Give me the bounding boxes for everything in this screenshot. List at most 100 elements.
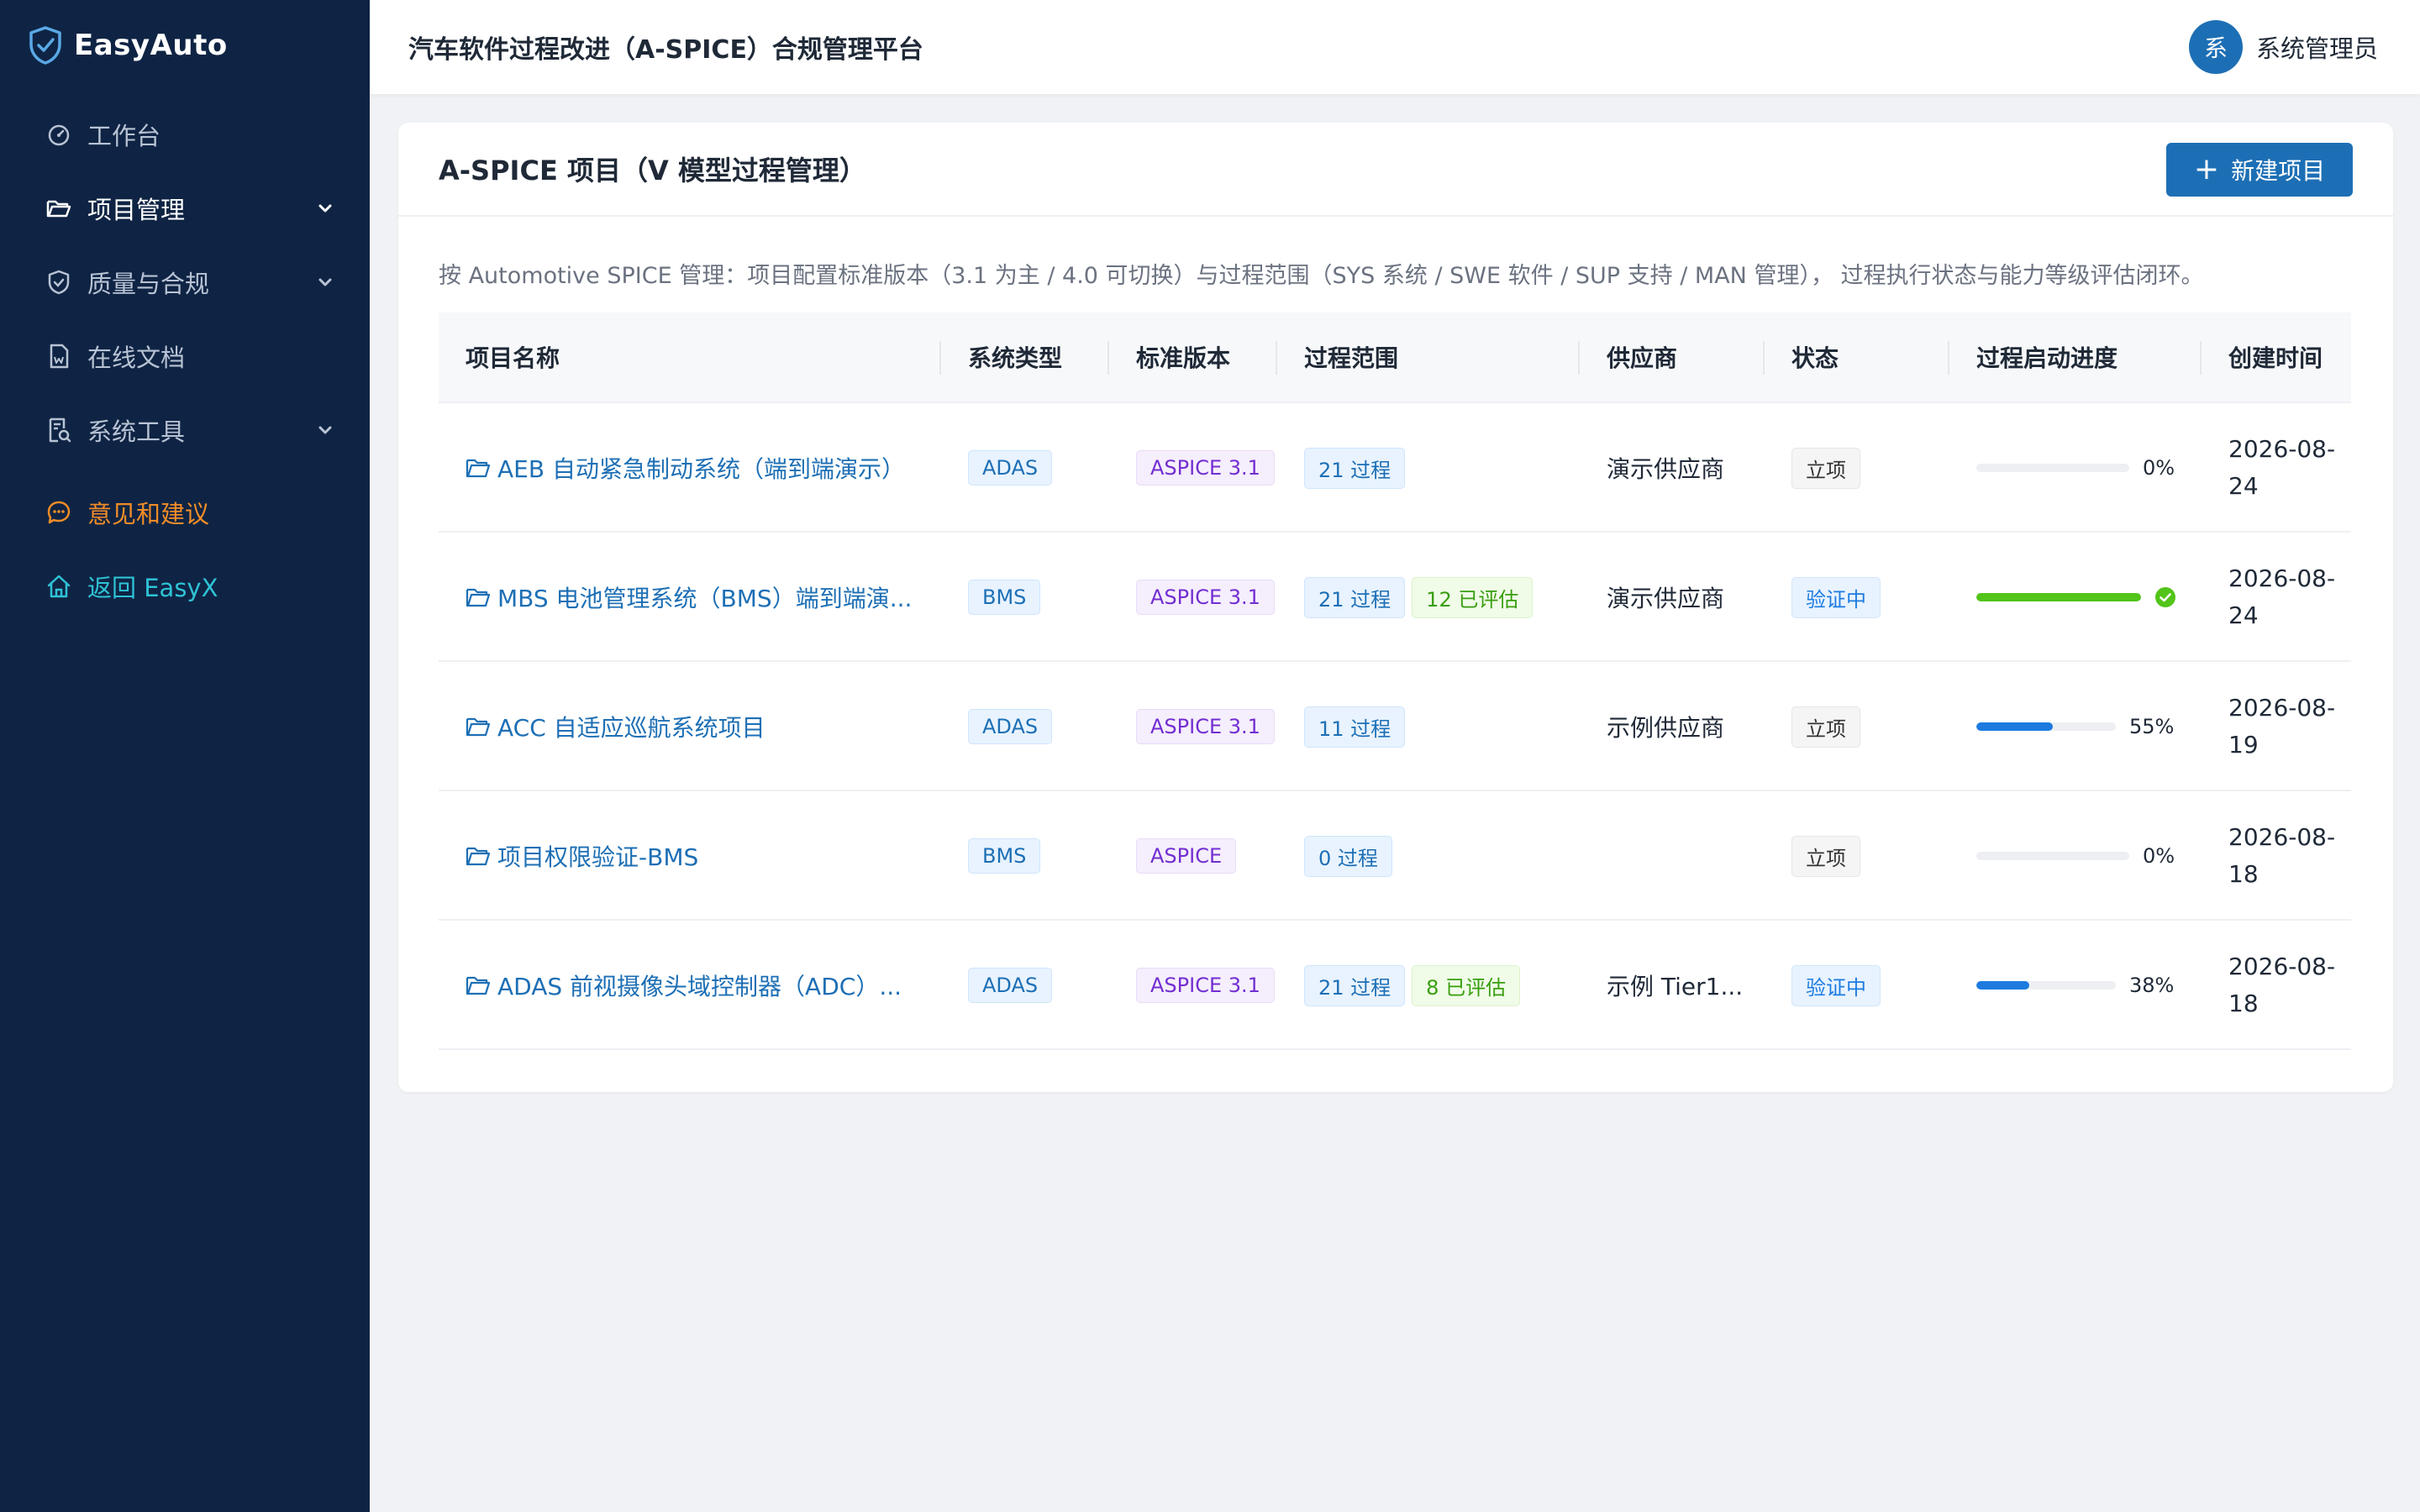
page-title: A-SPICE 项目（V 模型过程管理） xyxy=(439,155,866,186)
progress-fill xyxy=(1976,722,2054,731)
document-icon xyxy=(50,344,69,369)
sidebar: EasyAuto 工作台 项目管理 质量与合规 在线文档 系统工具 意见和建议 … xyxy=(0,0,370,1512)
column-header-type[interactable]: 系统类型 xyxy=(968,312,1062,402)
sidebar-item-back-easyx[interactable]: 返回 EasyX xyxy=(0,549,370,623)
sidebar-item-workbench[interactable]: 工作台 xyxy=(0,97,370,171)
sidebar-item-project-management[interactable]: 项目管理 xyxy=(0,171,370,245)
status-badge: 立项 xyxy=(1791,447,1860,489)
progress-track xyxy=(1976,981,2116,990)
project-table: 项目名称 系统类型 标准版本 过程范围 供应商 状态 过程启动进度 创建时间 A… xyxy=(439,312,2351,1050)
progress-percent: 0% xyxy=(2143,456,2175,480)
column-header-vendor[interactable]: 供应商 xyxy=(1607,312,1677,402)
table-row[interactable]: AEB 自动紧急制动系统（端到端演示） ADAS ASPICE 3.1 21 过… xyxy=(439,403,2351,533)
project-name-link[interactable]: AEB 自动紧急制动系统（端到端演示） xyxy=(466,451,905,485)
folder-icon xyxy=(466,847,491,866)
column-header-created[interactable]: 创建时间 xyxy=(2228,312,2323,402)
page-description: 按 Automotive SPICE 管理：项目配置标准版本（3.1 为主 / … xyxy=(439,263,2204,289)
new-project-label: 新建项目 xyxy=(2231,157,2326,185)
sidebar-item-feedback[interactable]: 意见和建议 xyxy=(0,475,370,549)
column-header-scope[interactable]: 过程范围 xyxy=(1304,312,1398,402)
created-date: 2026-08- 19 xyxy=(2228,694,2336,759)
column-header-progress[interactable]: 过程启动进度 xyxy=(1976,312,2118,402)
table-header: 项目名称 系统类型 标准版本 过程范围 供应商 状态 过程启动进度 创建时间 xyxy=(439,312,2351,403)
table-row[interactable]: MBS 电池管理系统（BMS）端到端演... BMS ASPICE 3.1 21… xyxy=(439,533,2351,662)
project-name-text: AEB 自动紧急制动系统（端到端演示） xyxy=(497,455,905,483)
check-circle-icon xyxy=(2155,587,2175,607)
system-type-tag: ADAS xyxy=(968,450,1053,486)
progress-track xyxy=(1976,593,2141,601)
column-header-standard[interactable]: 标准版本 xyxy=(1136,312,1230,402)
column-divider xyxy=(1578,341,1580,375)
project-list-card: A-SPICE 项目（V 模型过程管理） + 新建项目 按 Automotive… xyxy=(398,123,2393,1092)
table-row[interactable]: ADAS 前视摄像头域控制器（ADC）... ADAS ASPICE 3.1 2… xyxy=(439,921,2351,1050)
vendor-text: 示例供应商 xyxy=(1607,714,1725,742)
project-name-text: MBS 电池管理系统（BMS）端到端演... xyxy=(497,585,913,612)
progress-track xyxy=(1976,852,2129,860)
column-header-name[interactable]: 项目名称 xyxy=(466,312,560,402)
new-project-button[interactable]: + 新建项目 xyxy=(2166,143,2353,197)
table-row[interactable]: 项目权限验证-BMS BMS ASPICE 0 过程 立项 0% 2026-08… xyxy=(439,791,2351,921)
progress-percent: 38% xyxy=(2129,974,2175,997)
project-name-link[interactable]: MBS 电池管理系统（BMS）端到端演... xyxy=(466,580,912,614)
chevron-down-icon xyxy=(318,204,332,213)
column-divider xyxy=(1763,341,1765,375)
plus-icon: + xyxy=(2193,152,2220,186)
sidebar-item-label: 意见和建议 xyxy=(87,500,210,528)
column-divider xyxy=(2200,341,2202,375)
project-name-link[interactable]: 项目权限验证-BMS xyxy=(466,839,698,873)
standard-version-tag: ASPICE 3.1 xyxy=(1136,580,1275,615)
sidebar-item-label: 在线文档 xyxy=(87,344,186,372)
shield-logo-icon xyxy=(29,26,61,65)
project-name-link[interactable]: ACC 自适应巡航系统项目 xyxy=(466,710,765,743)
chevron-down-icon xyxy=(318,426,332,434)
user-name[interactable]: 系统管理员 xyxy=(2256,29,2378,65)
chat-icon xyxy=(47,501,71,524)
created-date: 2026-08- 24 xyxy=(2228,564,2336,629)
folder-icon xyxy=(466,459,491,478)
column-header-status[interactable]: 状态 xyxy=(1791,312,1839,402)
folder-open-icon xyxy=(46,200,71,218)
sidebar-item-online-docs[interactable]: 在线文档 xyxy=(0,319,370,393)
standard-version-tag: ASPICE xyxy=(1136,838,1237,874)
created-date: 2026-08- 24 xyxy=(2228,435,2336,500)
sidebar-item-system-tools[interactable]: 系统工具 xyxy=(0,393,370,467)
project-name-link[interactable]: ADAS 前视摄像头域控制器（ADC）... xyxy=(466,969,902,1002)
sidebar-item-label: 质量与合规 xyxy=(87,270,210,298)
created-date: 2026-08- 18 xyxy=(2228,953,2336,1017)
column-divider xyxy=(1948,341,1949,375)
tools-icon xyxy=(49,417,71,443)
avatar[interactable]: 系 xyxy=(2188,20,2243,74)
progress-fill xyxy=(1976,593,2141,601)
user-menu[interactable]: 系 系统管理员 xyxy=(2188,20,2378,74)
home-icon xyxy=(47,575,71,598)
progress-bar: 0% xyxy=(1976,456,2175,480)
standard-version-tag: ASPICE 3.1 xyxy=(1136,709,1275,744)
status-badge: 立项 xyxy=(1791,835,1860,877)
progress-bar: 0% xyxy=(1976,844,2175,868)
folder-icon xyxy=(466,976,491,995)
progress-track xyxy=(1976,464,2129,472)
progress-bar xyxy=(1976,586,2176,608)
standard-version-tag: ASPICE 3.1 xyxy=(1136,450,1275,486)
progress-bar: 38% xyxy=(1976,974,2174,997)
progress-fill xyxy=(1976,981,2030,990)
process-scope-tag: 0 过程 xyxy=(1304,835,1392,877)
project-name-text: ACC 自适应巡航系统项目 xyxy=(497,714,765,742)
sidebar-item-quality-compliance[interactable]: 质量与合规 xyxy=(0,245,370,319)
chevron-down-icon xyxy=(318,278,332,286)
project-name-text: ADAS 前视摄像头域控制器（ADC）... xyxy=(497,973,902,1000)
status-badge: 验证中 xyxy=(1791,964,1881,1006)
column-divider xyxy=(1107,341,1109,375)
sidebar-item-label: 工作台 xyxy=(87,122,161,150)
system-type-tag: ADAS xyxy=(968,968,1053,1003)
status-badge: 验证中 xyxy=(1791,576,1881,618)
project-name-text: 项目权限验证-BMS xyxy=(497,843,699,871)
card-header: A-SPICE 项目（V 模型过程管理） + 新建项目 xyxy=(398,123,2393,217)
progress-percent: 55% xyxy=(2129,715,2175,738)
logo[interactable]: EasyAuto xyxy=(0,0,370,91)
progress-bar: 55% xyxy=(1976,715,2174,738)
logo-text: EasyAuto xyxy=(74,29,228,62)
system-type-tag: BMS xyxy=(968,580,1041,615)
table-row[interactable]: ACC 自适应巡航系统项目 ADAS ASPICE 3.1 11 过程 示例供应… xyxy=(439,662,2351,791)
shield-check-icon xyxy=(48,270,70,295)
